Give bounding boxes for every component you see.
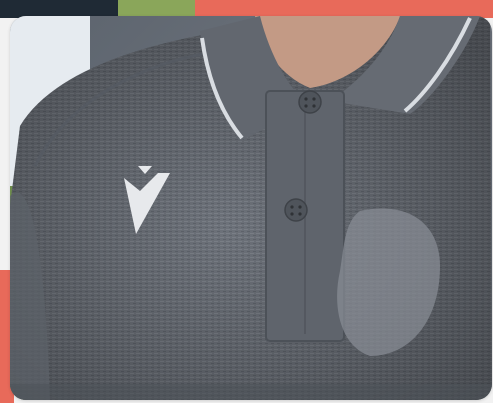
button-middle [284,198,308,222]
background-green-accent [118,0,198,16]
polo-shirt-photo [10,16,492,400]
product-photo [10,16,492,400]
button-top [298,90,322,114]
